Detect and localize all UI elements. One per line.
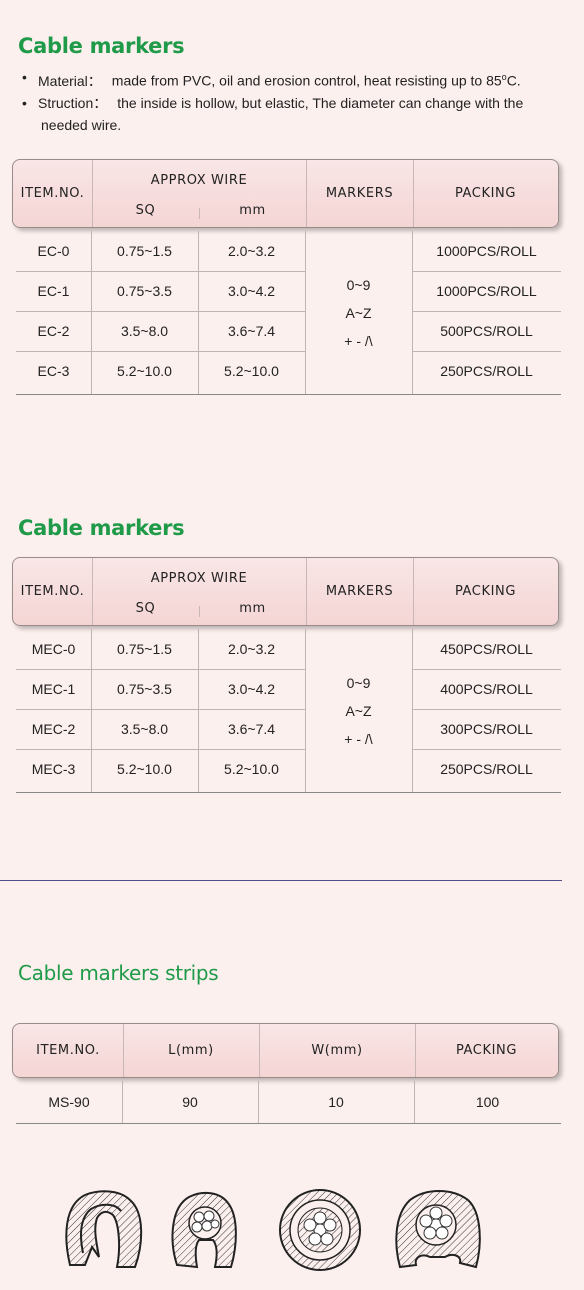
cell-mm: 2.0~3.2 — [227, 641, 276, 657]
cell-packing: 300PCS/ROLL — [440, 721, 533, 737]
table-row: MEC-1 0.75~3.5 3.0~4.2 400PCS/ROLL — [16, 669, 561, 709]
cell-mm: 3.0~4.2 — [227, 681, 276, 697]
cell-item: EC-2 — [37, 323, 70, 339]
cell-mm: 3.0~4.2 — [227, 283, 276, 299]
marker-letters: A~Z — [345, 304, 372, 321]
cell-mm: 3.6~7.4 — [227, 323, 276, 339]
section1-title: Cable markers — [18, 34, 185, 58]
cell-sq: 5.2~10.0 — [117, 363, 172, 379]
table1-body: EC-0 0.75~1.5 2.0~3.2 1000PCS/ROLL EC-1 … — [16, 231, 561, 395]
spec-bullets: Material： made from PVC, oil and erosion … — [22, 66, 567, 136]
cable-marker-large-wire-icon — [395, 1190, 481, 1269]
header-approx-wire: APPROX WIRE — [150, 571, 248, 586]
header-markers: MARKERS — [325, 186, 394, 201]
table-row: MEC-3 5.2~10.0 5.2~10.0 250PCS/ROLL — [16, 749, 561, 789]
cell-item: MEC-0 — [31, 641, 76, 657]
header-packing: PACKING — [454, 584, 517, 599]
struction-key: Struction： — [38, 94, 108, 111]
cell-mm: 5.2~10.0 — [224, 761, 279, 777]
marker-symbols: + - /\ — [344, 332, 373, 349]
section3-title: Cable markers strips — [18, 961, 219, 985]
table1-header: ITEM.NO. APPROX WIRE SQ mm MARKERS PACKI… — [12, 159, 559, 228]
cell-item: MEC-3 — [31, 761, 76, 777]
header-width: W(mm) — [311, 1043, 363, 1058]
cell-item: MS-90 — [48, 1094, 90, 1110]
table-row: EC-1 0.75~3.5 3.0~4.2 1000PCS/ROLL — [16, 271, 561, 311]
cell-mm: 2.0~3.2 — [227, 243, 276, 259]
cell-length: 90 — [182, 1094, 198, 1110]
cell-packing: 250PCS/ROLL — [440, 363, 533, 379]
header-length: L(mm) — [168, 1043, 214, 1058]
cell-item: EC-3 — [37, 363, 70, 379]
header-mm: mm — [239, 601, 266, 616]
cell-item: MEC-1 — [31, 681, 76, 697]
header-item: ITEM.NO. — [20, 186, 85, 201]
table-row: EC-3 5.2~10.0 5.2~10.0 250PCS/ROLL — [16, 351, 561, 391]
cell-packing: 400PCS/ROLL — [440, 681, 533, 697]
table-row: MEC-2 3.5~8.0 3.6~7.4 300PCS/ROLL — [16, 709, 561, 749]
cell-packing: 100 — [475, 1094, 500, 1110]
header-packing: PACKING — [455, 1043, 518, 1058]
markers-cell: 0~9 A~Z + - /\ — [305, 231, 412, 394]
cell-sq: 3.5~8.0 — [120, 721, 169, 737]
cell-sq: 3.5~8.0 — [120, 323, 169, 339]
marker-digits: 0~9 — [346, 674, 371, 691]
header-item: ITEM.NO. — [36, 1043, 100, 1058]
cell-item: EC-1 — [37, 283, 70, 299]
cell-packing: 250PCS/ROLL — [440, 761, 533, 777]
struction-bullet: Struction： the inside is hollow, but elas… — [22, 92, 567, 136]
table-row: MEC-0 0.75~1.5 2.0~3.2 450PCS/ROLL — [16, 629, 561, 669]
table-row: EC-2 3.5~8.0 3.6~7.4 500PCS/ROLL — [16, 311, 561, 351]
cable-marker-empty-icon — [65, 1190, 143, 1268]
header-approx-wire: APPROX WIRE — [150, 173, 248, 188]
table3-body: MS-90 90 10 100 — [16, 1081, 561, 1124]
cable-marker-round-wire-icon — [279, 1189, 361, 1271]
material-key: Material： — [38, 72, 102, 89]
cell-item: EC-0 — [37, 243, 70, 259]
cell-mm: 5.2~10.0 — [224, 363, 279, 379]
marker-digits: 0~9 — [346, 276, 371, 293]
table-row: MS-90 90 10 100 — [16, 1081, 561, 1123]
table2-body: MEC-0 0.75~1.5 2.0~3.2 450PCS/ROLL MEC-1… — [16, 629, 561, 793]
material-suffix: C. — [506, 72, 521, 89]
cable-marker-small-wire-icon — [171, 1191, 237, 1269]
cell-sq: 5.2~10.0 — [117, 761, 172, 777]
marker-letters: A~Z — [345, 702, 372, 719]
table2-header: ITEM.NO. APPROX WIRE SQ mm MARKERS PACKI… — [12, 557, 559, 626]
cell-sq: 0.75~1.5 — [117, 641, 172, 657]
table3-header: ITEM.NO. L(mm) W(mm) PACKING — [12, 1023, 559, 1078]
cell-sq: 0.75~1.5 — [117, 243, 172, 259]
header-sq: SQ — [135, 203, 156, 218]
cell-packing: 450PCS/ROLL — [440, 641, 533, 657]
cell-width: 10 — [328, 1094, 344, 1110]
section2-title: Cable markers — [18, 516, 185, 540]
header-sq: SQ — [135, 601, 156, 616]
cell-packing: 1000PCS/ROLL — [436, 283, 537, 299]
material-text: made from PVC, oil and erosion control, … — [111, 72, 502, 89]
struction-cont: needed wire. — [41, 116, 122, 133]
markers-cell: 0~9 A~Z + - /\ — [305, 629, 412, 792]
header-item: ITEM.NO. — [20, 584, 85, 599]
cell-packing: 1000PCS/ROLL — [436, 243, 537, 259]
header-packing: PACKING — [454, 186, 517, 201]
cell-packing: 500PCS/ROLL — [440, 323, 533, 339]
marker-symbols: + - /\ — [344, 730, 373, 747]
header-markers: MARKERS — [325, 584, 394, 599]
cell-sq: 0.75~3.5 — [117, 283, 172, 299]
cell-mm: 3.6~7.4 — [227, 721, 276, 737]
section-divider — [0, 880, 562, 881]
material-bullet: Material： made from PVC, oil and erosion … — [22, 66, 567, 92]
cell-sq: 0.75~3.5 — [117, 681, 172, 697]
cell-item: MEC-2 — [31, 721, 76, 737]
table-row: EC-0 0.75~1.5 2.0~3.2 1000PCS/ROLL — [16, 231, 561, 271]
struction-text: the inside is hollow, but elastic, The d… — [117, 94, 524, 111]
header-mm: mm — [239, 203, 266, 218]
